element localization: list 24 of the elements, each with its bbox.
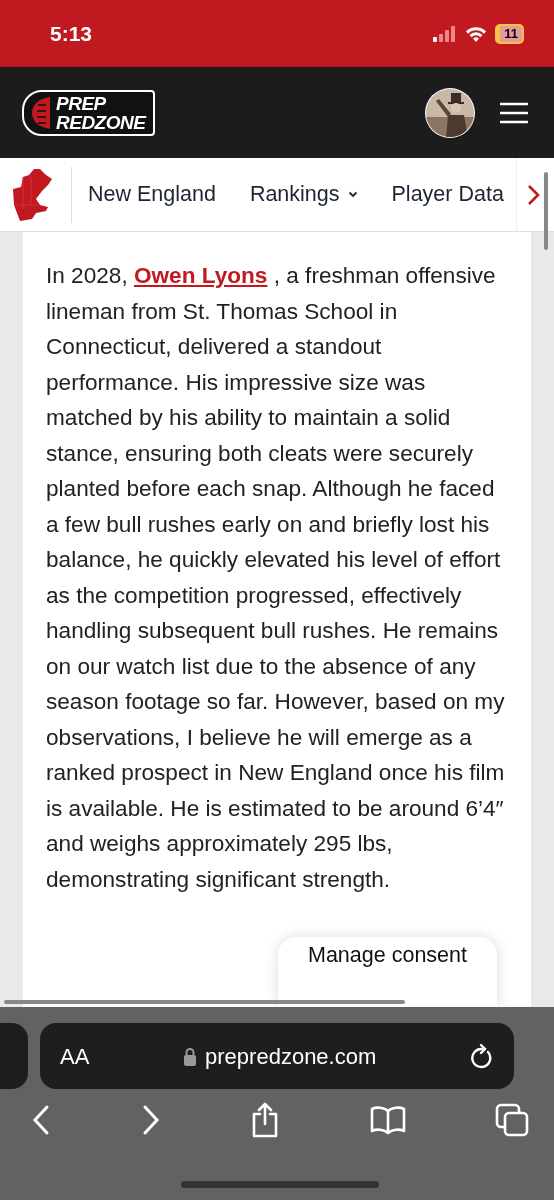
player-link[interactable]: Owen Lyons bbox=[133, 263, 268, 288]
nav-link[interactable]: Rankings bbox=[249, 178, 358, 211]
lock-icon bbox=[183, 1046, 198, 1066]
text-size-button[interactable]: AA bbox=[60, 1039, 90, 1073]
signal-icon bbox=[433, 25, 458, 42]
menu-icon[interactable] bbox=[500, 101, 528, 124]
wifi-icon bbox=[465, 25, 488, 42]
map-icon[interactable] bbox=[10, 166, 54, 223]
status-time: 5:13 bbox=[50, 20, 93, 47]
share-icon[interactable] bbox=[250, 1102, 280, 1138]
tabs-icon[interactable] bbox=[495, 1103, 529, 1137]
reload-icon[interactable] bbox=[470, 1043, 494, 1069]
article-paragraph: In 2028, Owen Lyons , a freshman offensive lineman from St. Thomas School in Connecticut, delivered a standout performance. His impressive size was matched by his ability to maintain a solid stance, ensuring both cleats were securely planted before each snap. Although he faced a few bull rushes early on and briefly lost his balance, he quickly elevated his level of effort as the competition progressed, effectively handling subsequent bull rushes. He remains on our watch list due to the absence of any season footage so far. However, based on my observations, I believe he will emerge as a ranked prospect in New England once his film is available. He is estimated to be around 6’4″ and weighs approximately 295 lbs, demonstrating significant strength. bbox=[46, 262, 506, 894]
address-bar[interactable]: AA prepredzone.com bbox=[40, 1023, 514, 1089]
logo[interactable]: PREP REDZONE bbox=[22, 89, 156, 136]
nav-link[interactable]: New England bbox=[88, 178, 216, 211]
chevron-right-icon[interactable] bbox=[527, 183, 541, 206]
manage-consent-button[interactable]: Manage consent bbox=[278, 937, 497, 1007]
nav-link[interactable]: Player Data bbox=[391, 178, 504, 211]
book-icon[interactable] bbox=[369, 1105, 406, 1135]
back-icon[interactable] bbox=[31, 1104, 51, 1136]
chevron-down-icon bbox=[347, 191, 358, 198]
battery-indicator: 11 bbox=[495, 23, 524, 44]
url-text: prepredzone.com bbox=[205, 1042, 377, 1071]
